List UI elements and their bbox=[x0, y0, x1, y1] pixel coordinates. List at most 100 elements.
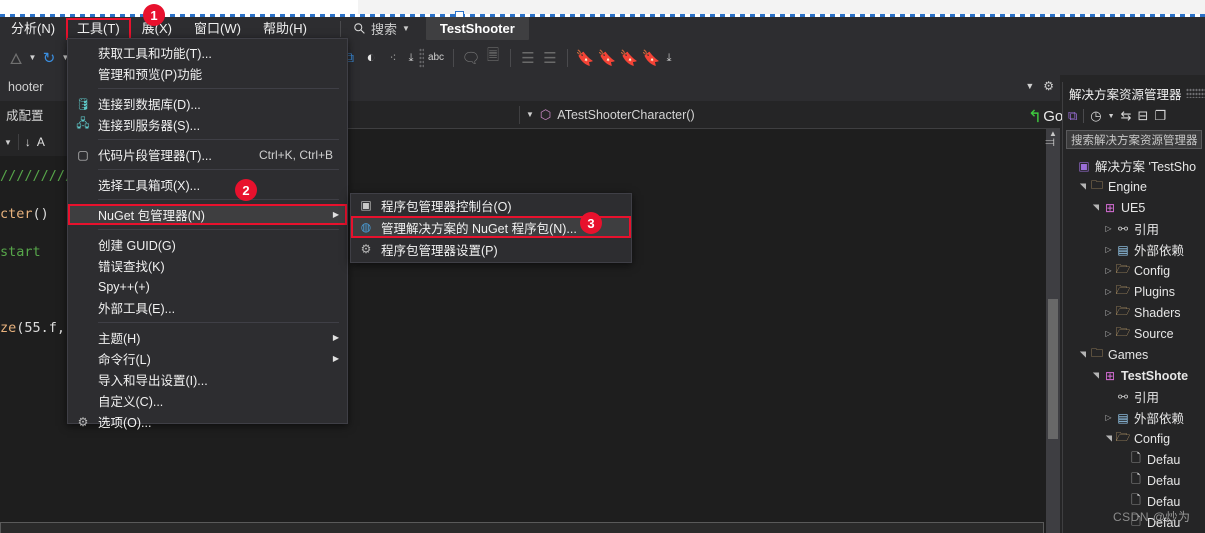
tree-node[interactable]: 🗋 Defau bbox=[1063, 449, 1205, 470]
vs-window: hooter ▼ ⚙ 成配置 TestShootei ▼ ⬡ ATestShoo… bbox=[0, 0, 1205, 533]
vs-search-box[interactable]: 搜索 ▼ bbox=[347, 19, 410, 38]
expander-closed-icon[interactable]: ▷ bbox=[1102, 245, 1115, 254]
editor-vertical-scrollbar[interactable]: ▲ bbox=[1046, 129, 1060, 533]
menu-tools[interactable]: 工具(T) bbox=[66, 17, 131, 40]
menu-item-8[interactable]: 选择工具箱项(X)... bbox=[68, 174, 347, 195]
toolbar-overflow-icon[interactable]: ⤓ bbox=[663, 48, 675, 68]
comment-selection-icon[interactable]: 🗨 bbox=[461, 48, 481, 68]
tree-node[interactable]: ▷ 🗁 Shaders bbox=[1063, 302, 1205, 323]
prev-bookmark-icon[interactable]: 🔖 bbox=[597, 48, 617, 68]
scrollbar-thumb[interactable] bbox=[1048, 299, 1058, 439]
menu-help[interactable]: 帮助(H) bbox=[252, 18, 318, 40]
hot-reload-icon[interactable]: 🜂 bbox=[6, 48, 26, 68]
chevron-down-icon[interactable]: ▼ bbox=[1108, 113, 1115, 120]
tree-node[interactable]: ▣ 解决方案 'TestSho bbox=[1063, 155, 1205, 176]
solution-title-chip[interactable]: TestShooter bbox=[425, 17, 529, 40]
menu-item-label: Spy++(+) bbox=[98, 279, 150, 294]
menu-item-21[interactable]: ⚙ 选项(O)... bbox=[68, 411, 347, 432]
spellcheck-abc-icon-2[interactable]: abc bbox=[426, 48, 446, 68]
menu-item-label: 导入和导出设置(I)... bbox=[98, 374, 208, 388]
menu-item-4[interactable]: 🖧 连接到服务器(S)... bbox=[68, 114, 347, 135]
menu-item-13[interactable]: 错误查找(K) bbox=[68, 255, 347, 276]
tree-node[interactable]: ▷ ⚯ 引用 bbox=[1063, 218, 1205, 239]
chevron-down-icon[interactable]: ▼ bbox=[526, 110, 534, 119]
next-bookmark-icon[interactable]: 🔖 bbox=[619, 48, 639, 68]
tree-node[interactable]: ◢ 🗁 Config bbox=[1063, 428, 1205, 449]
tree-node[interactable]: ⚯ 引用 bbox=[1063, 386, 1205, 407]
tree-node[interactable]: ▷ 🗁 Plugins bbox=[1063, 281, 1205, 302]
split-view-button[interactable]: ⫤ bbox=[1040, 128, 1060, 156]
toolbar-overflow-icon[interactable]: ⤓ bbox=[405, 48, 417, 68]
expander-closed-icon[interactable]: ▷ bbox=[1102, 308, 1115, 317]
tree-node[interactable]: ▷ 🗁 Source bbox=[1063, 323, 1205, 344]
tree-node[interactable]: ▷ ▤ 外部依赖 bbox=[1063, 407, 1205, 428]
menu-item-6[interactable]: ▢ 代码片段管理器(T)... Ctrl+K, Ctrl+B bbox=[68, 144, 347, 165]
expander-closed-icon[interactable]: ▷ bbox=[1102, 329, 1115, 338]
tree-node[interactable]: ◢ 🗀 Engine bbox=[1063, 176, 1205, 197]
solution-search-placeholder: 搜索解决方案资源管理器 bbox=[1071, 134, 1198, 147]
menu-item-18[interactable]: 命令行(L) ▶ bbox=[68, 348, 347, 369]
menu-item-1[interactable]: 管理和预览(P)功能 bbox=[68, 63, 347, 84]
document-tab[interactable]: hooter bbox=[0, 75, 51, 101]
references-icon: ⚯ bbox=[1117, 221, 1129, 236]
home-vs-icon[interactable]: ⧉ bbox=[1068, 108, 1077, 124]
decrease-indent-icon[interactable]: ☰ bbox=[518, 48, 538, 68]
chevron-down-icon[interactable]: ▼ bbox=[402, 24, 410, 33]
expander-open-icon[interactable]: ◢ bbox=[1078, 180, 1087, 193]
refresh-icon[interactable]: ↻ bbox=[39, 48, 59, 68]
expander-open-icon[interactable]: ◢ bbox=[1104, 432, 1113, 445]
increase-indent-icon[interactable]: ☰ bbox=[540, 48, 560, 68]
expander-open-icon[interactable]: ◢ bbox=[1091, 201, 1100, 214]
clear-bookmarks-icon[interactable]: 🔖 bbox=[641, 48, 661, 68]
tree-node[interactable]: ◢ ⊞ TestShoote bbox=[1063, 365, 1205, 386]
chevron-down-icon[interactable]: ▼ bbox=[4, 138, 12, 147]
chevron-down-icon[interactable]: ▼ bbox=[28, 53, 37, 62]
expander-closed-icon[interactable]: ▷ bbox=[1102, 413, 1115, 422]
align-dots-icon[interactable]: ⁖ bbox=[383, 48, 403, 68]
expander-open-icon[interactable]: ◢ bbox=[1091, 369, 1100, 382]
menu-item-15[interactable]: 外部工具(E)... bbox=[68, 297, 347, 318]
solution-tree[interactable]: ▣ 解决方案 'TestSho ◢ 🗀 Engine ◢ ⊞ UE5 ▷ ⚯ 引用 ▷ ▤ 外部依赖 ▷ 🗁 C… bbox=[1063, 151, 1205, 533]
filter-folder-icon: 🗁 bbox=[1115, 262, 1131, 276]
ext-deps-icon: ▤ bbox=[1117, 410, 1129, 425]
nuget-submenu-item-2[interactable]: ⚙ 程序包管理器设置(P) bbox=[351, 238, 631, 260]
folder-icon: 🗀 bbox=[1090, 346, 1103, 360]
tree-node[interactable]: ▷ 🗁 Config bbox=[1063, 260, 1205, 281]
tree-node[interactable]: ◢ 🗀 Games bbox=[1063, 344, 1205, 365]
uncomment-selection-icon[interactable]: 🗏 bbox=[483, 47, 503, 68]
tools-dropdown-menu[interactable]: 获取工具和功能(T)... 管理和预览(P)功能 🛢 连接到数据库(D)... 🖧 连接到… bbox=[67, 38, 348, 430]
tree-node[interactable]: ▷ ▤ 外部依赖 bbox=[1063, 239, 1205, 260]
expander-closed-icon[interactable]: ▷ bbox=[1102, 266, 1115, 275]
toggle-bookmark-icon[interactable]: 🔖 bbox=[575, 48, 595, 68]
expander-closed-icon[interactable]: ▷ bbox=[1102, 224, 1115, 233]
menu-item-14[interactable]: Spy++(+) bbox=[68, 276, 347, 297]
expander-closed-icon[interactable]: ▷ bbox=[1102, 287, 1115, 296]
menu-window[interactable]: 窗口(W) bbox=[183, 18, 252, 40]
menu-item-0[interactable]: 获取工具和功能(T)... bbox=[68, 42, 347, 63]
history-clock-icon[interactable]: ◷ bbox=[1090, 108, 1101, 124]
go-button[interactable]: ↰ Go bbox=[1028, 108, 1063, 126]
toggle-circle-icon[interactable]: ◐ bbox=[361, 48, 381, 68]
expander-open-icon[interactable]: ◢ bbox=[1078, 348, 1087, 361]
menu-analyze[interactable]: 分析(N) bbox=[0, 18, 66, 40]
nav-member-segment[interactable]: ▼ ⬡ ATestShooterCharacter() bbox=[520, 101, 1060, 129]
tree-node-label: 外部依赖 bbox=[1134, 412, 1185, 426]
menu-item-19[interactable]: 导入和导出设置(I)... bbox=[68, 369, 347, 390]
chevron-down-icon[interactable]: ▼ bbox=[1025, 81, 1034, 91]
console-icon: ▣ bbox=[360, 198, 372, 212]
properties-icon[interactable]: ❐ bbox=[1154, 108, 1166, 124]
tree-node[interactable]: 🗋 Defau bbox=[1063, 470, 1205, 491]
solution-search-input[interactable]: 搜索解决方案资源管理器 bbox=[1066, 130, 1202, 149]
menu-item-10[interactable]: NuGet 包管理器(N) ▶ bbox=[68, 204, 347, 225]
collapse-all-icon[interactable]: ⊟ bbox=[1137, 108, 1148, 124]
panel-grip[interactable] bbox=[1185, 88, 1205, 98]
gear-icon[interactable]: ⚙ bbox=[1043, 79, 1054, 93]
menu-item-12[interactable]: 创建 GUID(G) bbox=[68, 234, 347, 255]
sort-down-icon[interactable]: ↓ bbox=[25, 135, 31, 149]
tree-node[interactable]: ◢ ⊞ UE5 bbox=[1063, 197, 1205, 218]
menu-item-17[interactable]: 主题(H) ▶ bbox=[68, 327, 347, 348]
menu-item-3[interactable]: 🛢 连接到数据库(D)... bbox=[68, 93, 347, 114]
menu-item-20[interactable]: 自定义(C)... bbox=[68, 390, 347, 411]
toolbar-grip[interactable] bbox=[419, 47, 424, 68]
sync-icon[interactable]: ⇆ bbox=[1121, 108, 1132, 124]
